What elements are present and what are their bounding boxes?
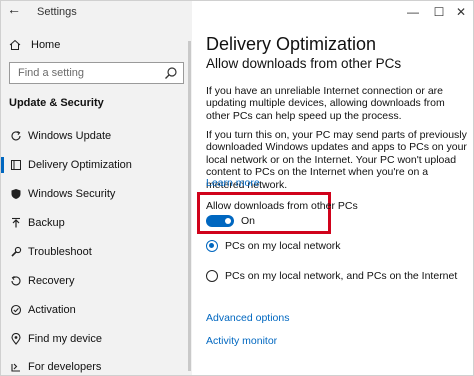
find-device-icon	[11, 333, 21, 345]
sidebar-item-delivery-optimization[interactable]: Delivery Optimization	[1, 152, 192, 178]
description-paragraph: If you have an unreliable Internet conne…	[206, 85, 445, 122]
sidebar-item-label: Troubleshoot	[28, 246, 92, 258]
sidebar-item-activation[interactable]: Activation	[1, 297, 192, 323]
sidebar-item-label: Backup	[28, 217, 65, 229]
home-nav[interactable]: Home	[9, 35, 184, 55]
search-placeholder: Find a setting	[18, 67, 85, 79]
radio-label: PCs on my local network, and PCs on the …	[225, 270, 458, 282]
learn-more-link[interactable]: Learn more	[206, 177, 260, 189]
search-input[interactable]: Find a setting	[9, 62, 184, 84]
radio-button[interactable]	[206, 240, 218, 252]
sidebar-item-troubleshoot[interactable]: Troubleshoot	[1, 239, 192, 265]
maximize-button[interactable]: ☐	[431, 5, 447, 19]
developers-icon	[11, 363, 20, 372]
refresh-icon	[11, 131, 21, 141]
highlight-box	[197, 192, 331, 234]
radio-button[interactable]	[206, 270, 218, 282]
radio-local-network[interactable]: PCs on my local network	[206, 238, 341, 254]
settings-window: ← Settings Home Find a setting Update & …	[0, 0, 474, 376]
app-title: Settings	[37, 6, 77, 18]
home-label: Home	[31, 39, 61, 51]
recovery-icon	[11, 276, 21, 286]
toggle-state: On	[241, 215, 256, 227]
home-icon	[9, 39, 21, 50]
activation-icon	[10, 304, 22, 316]
sidebar-item-windows-security[interactable]: Windows Security	[1, 181, 192, 207]
sidebar-item-label: Windows Security	[28, 188, 116, 200]
sidebar-item-label: Windows Update	[28, 130, 112, 142]
allow-downloads-toggle[interactable]	[206, 215, 234, 227]
section-heading: Update & Security	[9, 97, 104, 109]
shield-icon	[11, 189, 21, 199]
section-title: Allow downloads from other PCs	[206, 56, 402, 71]
sidebar-item-find-my-device[interactable]: Find my device	[1, 326, 192, 352]
sidebar-item-label: Activation	[28, 304, 76, 316]
sidebar-item-recovery[interactable]: Recovery	[1, 268, 192, 294]
sidebar-item-backup[interactable]: Backup	[1, 210, 192, 236]
backup-icon	[12, 217, 20, 228]
sidebar-scrollbar[interactable]	[188, 41, 191, 371]
sidebar-item-label: Delivery Optimization	[28, 159, 132, 171]
title-bar: ← Settings	[1, 1, 192, 23]
sidebar-item-label: Recovery	[28, 275, 75, 287]
selection-indicator	[1, 157, 4, 173]
back-arrow-icon[interactable]: ←	[7, 1, 21, 17]
search-icon	[165, 67, 177, 79]
activity-monitor-link[interactable]: Activity monitor	[206, 335, 277, 347]
sidebar-item-label: For developers	[28, 361, 102, 373]
sidebar-item-label: Find my device	[28, 333, 102, 345]
close-button[interactable]: ✕	[453, 5, 469, 19]
radio-label: PCs on my local network	[225, 240, 341, 252]
wrench-icon	[11, 246, 22, 257]
delivery-icon	[11, 160, 21, 170]
toggle-knob	[225, 218, 231, 224]
toggle-label: Allow downloads from other PCs	[206, 200, 358, 212]
sidebar-item-windows-update[interactable]: Windows Update	[1, 123, 192, 149]
sidebar-item-for-developers[interactable]: For developers	[1, 354, 192, 375]
sidebar: ← Settings Home Find a setting Update & …	[1, 1, 192, 375]
radio-local-and-internet[interactable]: PCs on my local network, and PCs on the …	[206, 268, 457, 284]
page-title: Delivery Optimization	[206, 34, 377, 54]
advanced-options-link[interactable]: Advanced options	[206, 312, 289, 324]
minimize-button[interactable]: —	[405, 5, 421, 19]
